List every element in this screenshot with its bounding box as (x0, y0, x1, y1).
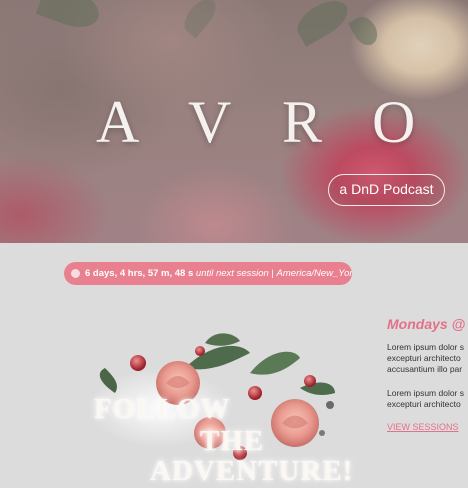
hero-title-letter: O (372, 89, 416, 155)
follow-headline-line1: FOLLOW (94, 393, 231, 425)
podcast-button[interactable]: a DnD Podcast (328, 174, 445, 206)
featured-artwork: FOLLOW THE ADVENTURE! (90, 333, 380, 487)
countdown-time: 6 days, 4 hrs, 57 m, 48 s (85, 268, 194, 279)
schedule-paragraph: Lorem ipsum dolor s excepturi architecto… (387, 342, 468, 375)
status-dot-icon (71, 269, 80, 278)
countdown-timezone: America/New_York (276, 268, 352, 279)
countdown-text: 6 days, 4 hrs, 57 m, 48 s until next ses… (85, 262, 352, 285)
follow-headline-line3: ADVENTURE! (150, 455, 354, 487)
schedule-paragraph: Lorem ipsum dolor s excepturi architecto (387, 388, 468, 410)
countdown-separator: | (268, 268, 277, 279)
follow-headline-line2: THE (200, 425, 265, 457)
countdown-suffix: until next session (195, 268, 269, 279)
hero-title: A V R O (0, 88, 468, 158)
hero-title-letter: V (188, 89, 232, 155)
paragraph-line: excepturi architecto (387, 399, 461, 409)
paragraph-line: accusantium illo par (387, 364, 463, 374)
schedule-heading: Mondays @ 3 (387, 316, 468, 332)
paragraph-line: Lorem ipsum dolor s (387, 342, 465, 352)
hero-title-letter: A (96, 89, 140, 155)
view-sessions-link[interactable]: VIEW SESSIONS (387, 422, 459, 432)
hero-title-letter: R (282, 89, 323, 155)
paragraph-line: Lorem ipsum dolor s (387, 388, 465, 398)
hero-banner: A V R O a DnD Podcast (0, 0, 468, 243)
paragraph-line: excepturi architecto (387, 353, 461, 363)
session-countdown: 6 days, 4 hrs, 57 m, 48 s until next ses… (64, 262, 352, 285)
